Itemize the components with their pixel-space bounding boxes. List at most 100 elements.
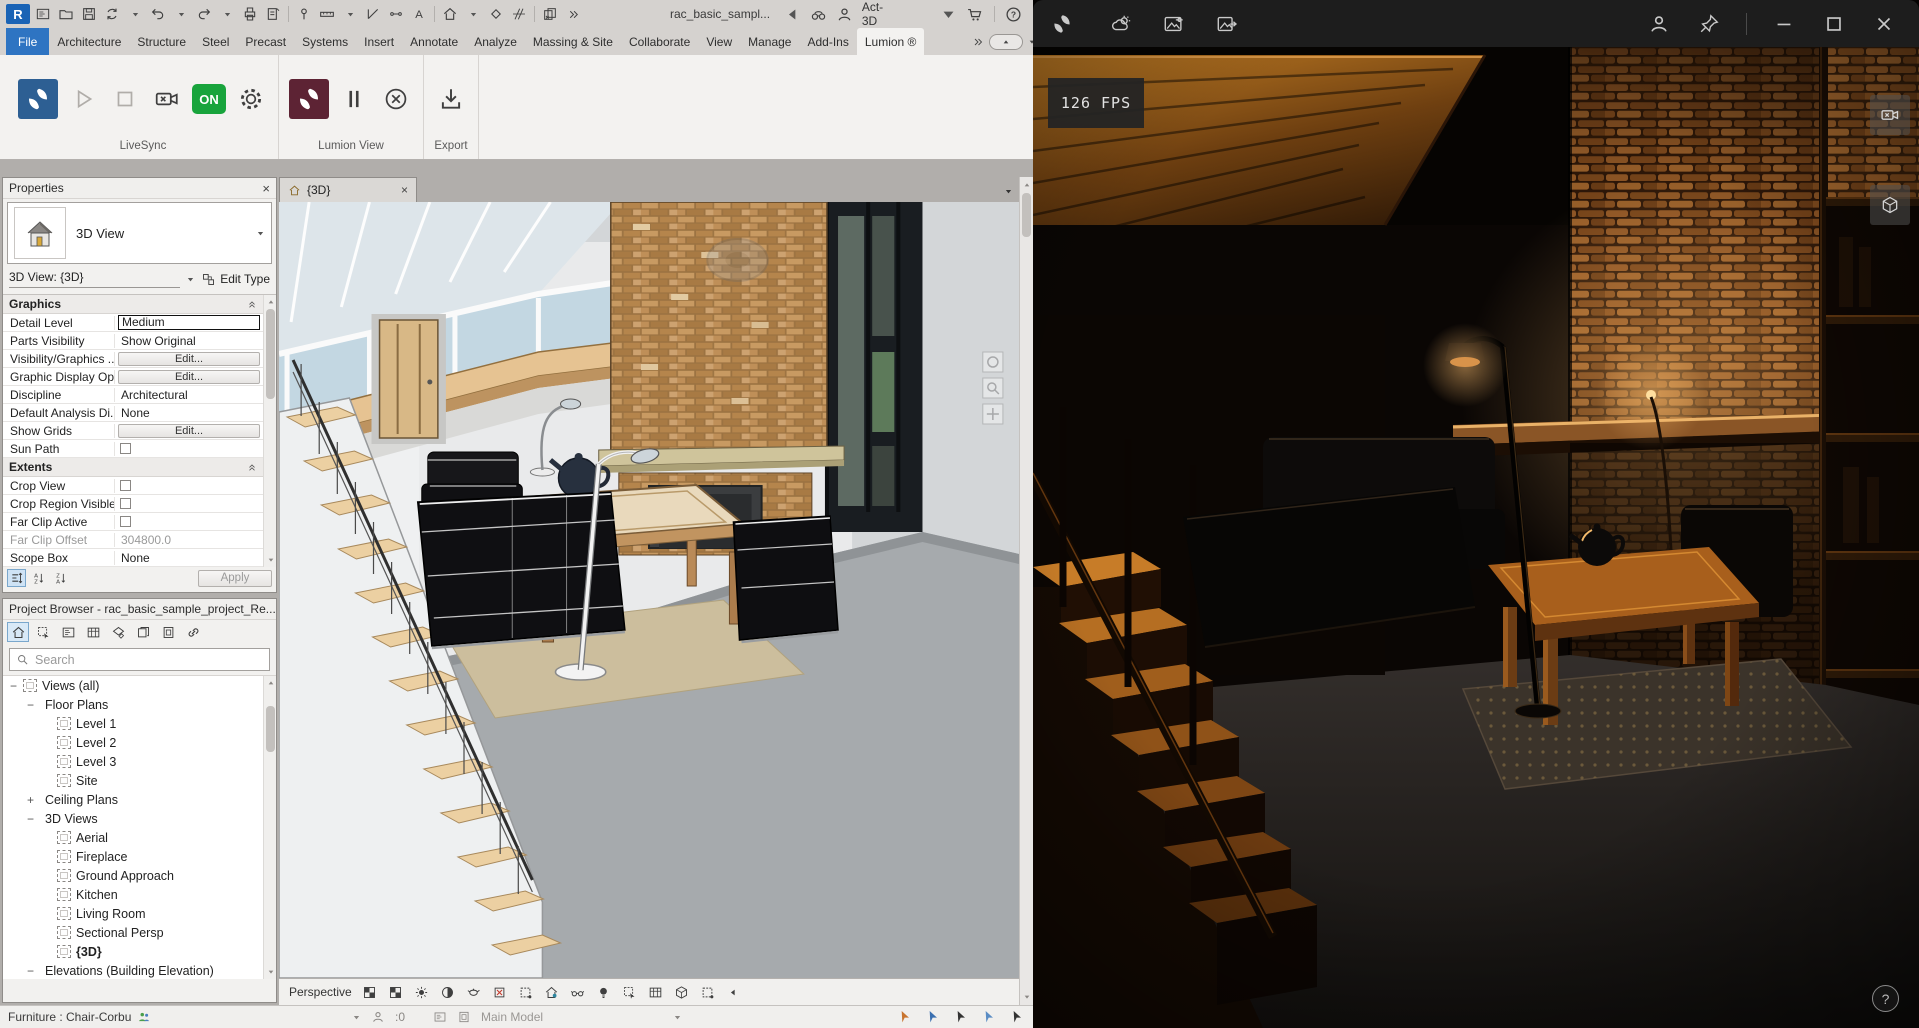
cart-icon[interactable] (966, 4, 984, 24)
dimension-icon[interactable] (386, 4, 406, 24)
ribbon-tab[interactable]: Collaborate (621, 28, 698, 55)
navigation-bar[interactable] (983, 352, 1003, 424)
sun-settings-icon[interactable] (413, 984, 430, 1001)
text-icon[interactable] (409, 4, 429, 24)
displacement-icon[interactable] (647, 984, 664, 1001)
property-value[interactable] (115, 440, 263, 457)
tree-item[interactable]: Ground Approach (3, 866, 263, 885)
ribbon-state-toggle[interactable] (989, 34, 1023, 50)
measure-dropdown-icon[interactable] (340, 4, 360, 24)
redo-icon[interactable] (194, 4, 214, 24)
scale-icon[interactable] (361, 984, 378, 1001)
tree-item[interactable]: Level 3 (3, 752, 263, 771)
browser-views-icon[interactable] (7, 622, 29, 642)
undo-icon[interactable] (148, 4, 168, 24)
hide-cameras-button[interactable] (1870, 95, 1910, 135)
pin-window-icon[interactable] (1696, 11, 1722, 37)
type-selector[interactable]: 3D View (7, 202, 272, 264)
collapse-section-icon[interactable] (247, 462, 257, 472)
select-links-icon[interactable] (897, 1009, 913, 1025)
properties-close-icon[interactable]: × (262, 181, 270, 196)
ribbon-tab[interactable]: Precast (237, 28, 294, 55)
extents-section-header[interactable]: Extents (3, 458, 263, 477)
unlocked-view-icon[interactable] (543, 984, 560, 1001)
apply-button[interactable]: Apply (198, 570, 272, 587)
expand-tabs-icon[interactable] (972, 36, 984, 48)
more-tools-icon[interactable] (563, 4, 583, 24)
tree-expander[interactable]: − (26, 964, 35, 978)
measure-icon[interactable] (317, 4, 337, 24)
property-value[interactable]: 304800.0 (115, 531, 263, 548)
sync-dropdown-icon[interactable] (125, 4, 145, 24)
sort-az-icon[interactable] (29, 569, 48, 587)
pause-view-icon[interactable] (337, 82, 371, 116)
tree-item[interactable]: Kitchen (3, 885, 263, 904)
property-value[interactable]: Show Original (115, 332, 263, 349)
instance-selector[interactable]: 3D View: {3D} (9, 270, 180, 288)
tree-item[interactable]: {3D} (3, 942, 263, 961)
view-marker-icon[interactable] (486, 4, 506, 24)
lumion-view-icon[interactable] (289, 79, 329, 119)
tree-item[interactable]: Living Room (3, 904, 263, 923)
tree-expander[interactable]: + (26, 793, 35, 807)
property-value[interactable]: Medium (115, 314, 263, 331)
livesync-camera-icon[interactable] (150, 82, 184, 116)
browser-groups-icon[interactable] (157, 622, 179, 642)
account-dropdown-icon[interactable] (939, 4, 957, 24)
tree-expander[interactable]: − (26, 698, 35, 712)
title-back-icon[interactable] (783, 4, 801, 24)
property-value[interactable]: Edit... (115, 350, 263, 367)
default-3d-view-icon[interactable] (440, 4, 460, 24)
view-list-dropdown-icon[interactable] (1004, 187, 1019, 202)
ribbon-tab[interactable]: Steel (194, 28, 237, 55)
livesync-on-toggle[interactable]: ON (192, 84, 226, 114)
render-dialog-icon[interactable] (465, 984, 482, 1001)
search-input[interactable] (35, 653, 263, 667)
lumion-livesync-icon[interactable] (18, 79, 58, 119)
tree-scrollbar[interactable] (263, 676, 276, 979)
ribbon-tab[interactable]: View (698, 28, 740, 55)
status-dropdown-icon[interactable] (352, 1013, 361, 1022)
tree-item[interactable]: Level 1 (3, 714, 263, 733)
property-value[interactable]: None (115, 549, 263, 566)
search-icon[interactable] (809, 4, 827, 24)
property-value[interactable] (115, 477, 263, 494)
photo-export-icon[interactable] (1214, 11, 1240, 37)
view-scale-label[interactable]: Perspective (289, 985, 352, 999)
collapse-section-icon[interactable] (247, 299, 257, 309)
view-tab-close-icon[interactable]: × (401, 183, 408, 197)
align-icon[interactable] (363, 4, 383, 24)
browser-links-icon[interactable] (182, 622, 204, 642)
tree-item[interactable]: − 3D Views (3, 809, 263, 828)
browser-selection-icon[interactable] (32, 622, 54, 642)
tree-item[interactable]: Level 2 (3, 733, 263, 752)
temporary-hide-icon[interactable] (595, 984, 612, 1001)
select-by-face-icon[interactable] (981, 1009, 997, 1025)
tree-expander[interactable]: − (9, 679, 18, 693)
detail-level-icon[interactable] (387, 984, 404, 1001)
account-icon[interactable] (1646, 11, 1672, 37)
design-option-dropdown-icon[interactable] (673, 1013, 682, 1022)
save-icon[interactable] (79, 4, 99, 24)
lumion-view-panel-label[interactable]: Lumion View (289, 135, 413, 159)
property-value[interactable] (115, 513, 263, 530)
reveal-hidden-icon[interactable] (569, 984, 586, 1001)
close-view-icon[interactable] (379, 82, 413, 116)
undo-dropdown-icon[interactable] (171, 4, 191, 24)
export-model-icon[interactable] (434, 82, 468, 116)
3d-view-dropdown-icon[interactable] (463, 4, 483, 24)
property-value[interactable]: Edit... (115, 368, 263, 385)
redo-dropdown-icon[interactable] (217, 4, 237, 24)
selection-box-icon[interactable] (621, 984, 638, 1001)
ribbon-tab[interactable]: Systems (294, 28, 356, 55)
shadows-icon[interactable] (439, 984, 456, 1001)
drag-on-selection-icon[interactable] (1009, 1009, 1025, 1025)
ribbon-tab[interactable]: Add-Ins (799, 28, 856, 55)
edit-type-button[interactable]: Edit Type (201, 272, 270, 287)
minimize-button[interactable] (1771, 11, 1797, 37)
property-value[interactable]: Edit... (115, 422, 263, 439)
photo-style-icon[interactable] (1161, 11, 1187, 37)
help-icon[interactable] (1005, 4, 1023, 24)
tree-item[interactable]: − Floor Plans (3, 695, 263, 714)
stop-livesync-icon[interactable] (108, 82, 142, 116)
